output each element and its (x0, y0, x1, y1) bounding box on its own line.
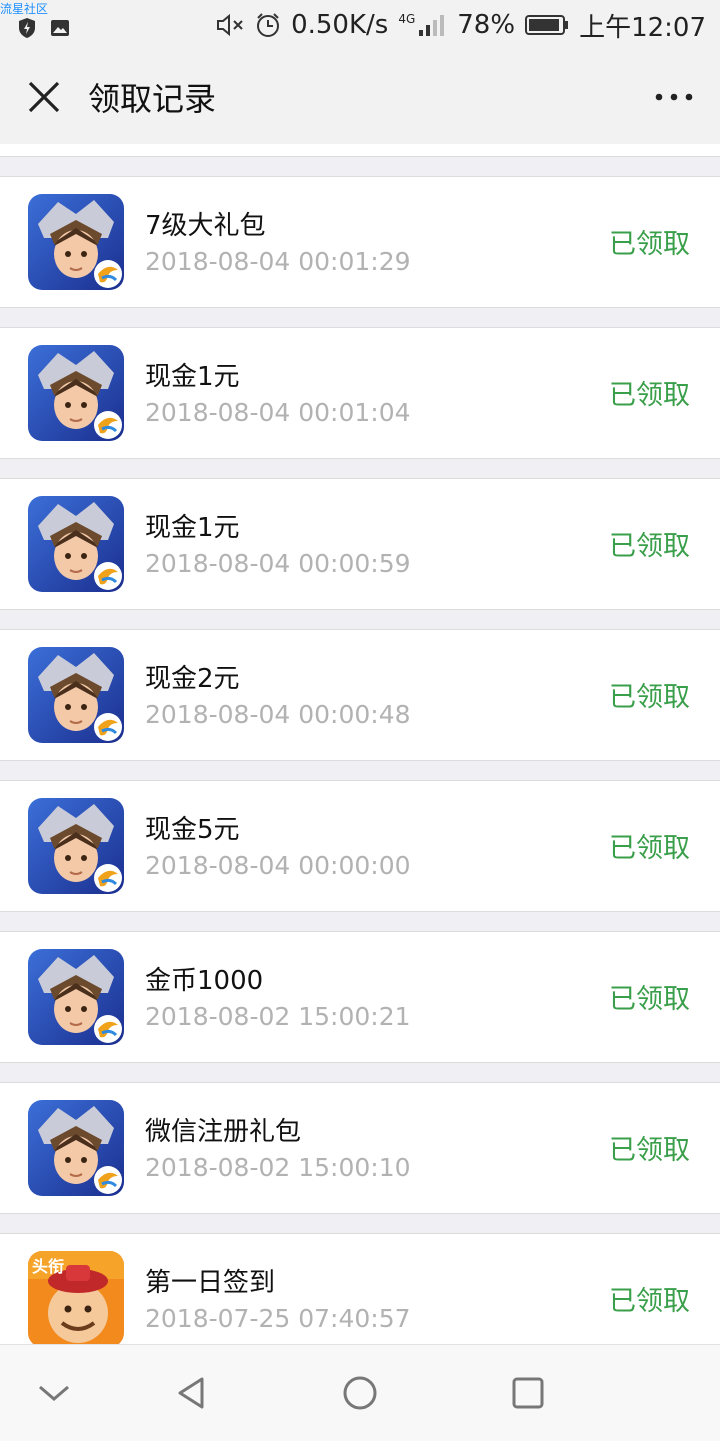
recents-square-icon[interactable] (508, 1373, 548, 1413)
mute-icon (217, 13, 243, 37)
record-row[interactable]: 现金1元 2018-08-04 00:01:04 已领取 (0, 327, 720, 459)
watermark: 流星社区 (0, 2, 49, 16)
saint-seiya-game-icon (28, 194, 124, 290)
title-bar: 领取记录 (0, 50, 720, 144)
record-date: 2018-08-04 00:00:00 (145, 851, 411, 880)
saint-seiya-game-icon (28, 345, 124, 441)
saint-seiya-game-icon (28, 1100, 124, 1196)
signal-icon (419, 15, 445, 36)
record-row[interactable]: 7级大礼包 2018-08-04 00:01:29 已领取 (0, 176, 720, 308)
image-icon (51, 20, 69, 36)
saint-seiya-game-icon (28, 647, 124, 743)
battery-percent: 78% (457, 10, 516, 40)
status-bar: 0.50K/s 4G 78% 上午12:07 (0, 0, 720, 50)
record-date: 2018-08-04 00:00:59 (145, 549, 411, 578)
record-row[interactable]: 微信注册礼包 2018-08-02 15:00:10 已领取 (0, 1082, 720, 1214)
page-title: 领取记录 (88, 80, 217, 118)
record-date: 2018-08-02 15:00:10 (145, 1153, 411, 1182)
record-date: 2018-08-04 00:01:29 (145, 247, 411, 276)
record-name: 第一日签到 (145, 1268, 276, 1298)
record-status: 已领取 (609, 1286, 690, 1317)
shield-icon (19, 18, 35, 38)
record-name: 现金1元 (145, 362, 240, 392)
record-name: 现金1元 (145, 513, 240, 543)
more-icon[interactable] (654, 92, 694, 102)
clock: 上午12:07 (579, 12, 706, 43)
battery-icon (525, 15, 569, 35)
record-date: 2018-08-02 15:00:21 (145, 1002, 411, 1031)
record-date: 2018-07-25 07:40:57 (145, 1304, 411, 1333)
record-name: 7级大礼包 (145, 211, 266, 241)
back-triangle-icon[interactable] (172, 1373, 212, 1413)
saint-seiya-game-icon (28, 496, 124, 592)
record-date: 2018-08-04 00:01:04 (145, 398, 411, 427)
navigation-bar (0, 1344, 720, 1441)
net-speed: 0.50K/s (291, 10, 389, 40)
record-name: 现金5元 (145, 815, 240, 845)
icon-badge-label: 头衔 (32, 1257, 65, 1276)
saint-seiya-game-icon (28, 798, 124, 894)
alarm-icon (257, 13, 280, 37)
record-row[interactable]: 头衔第一日签到 2018-07-25 07:40:57 已领取 (0, 1233, 720, 1344)
record-row[interactable]: 现金1元 2018-08-04 00:00:59 已领取 (0, 478, 720, 610)
record-row[interactable]: 金币1000 2018-08-02 15:00:21 已领取 (0, 931, 720, 1063)
record-status: 已领取 (609, 1135, 690, 1166)
records-container: 7级大礼包 2018-08-04 00:01:29 已领取 现金1元 2018-08-0… (0, 176, 720, 1344)
record-name: 金币1000 (145, 966, 264, 996)
record-status: 已领取 (609, 682, 690, 713)
chevron-down-icon[interactable] (34, 1373, 74, 1413)
network-type: 4G (398, 12, 416, 26)
record-name: 现金2元 (145, 664, 240, 694)
record-status: 已领取 (609, 984, 690, 1015)
list-top-strip (0, 144, 720, 157)
record-status: 已领取 (609, 229, 690, 260)
record-row[interactable]: 现金2元 2018-08-04 00:00:48 已领取 (0, 629, 720, 761)
record-date: 2018-08-04 00:00:48 (145, 700, 411, 729)
record-status: 已领取 (609, 833, 690, 864)
record-row[interactable]: 现金5元 2018-08-04 00:00:00 已领取 (0, 780, 720, 912)
home-circle-icon[interactable] (340, 1373, 380, 1413)
record-name: 微信注册礼包 (145, 1117, 302, 1147)
record-status: 已领取 (609, 380, 690, 411)
record-status: 已领取 (609, 531, 690, 562)
records-list: 7级大礼包 2018-08-04 00:01:29 已领取 现金1元 2018-08-0… (0, 144, 720, 1344)
saint-seiya-game-icon (28, 949, 124, 1045)
toutiao-game-icon: 头衔 (28, 1251, 124, 1344)
close-icon[interactable] (26, 79, 62, 115)
